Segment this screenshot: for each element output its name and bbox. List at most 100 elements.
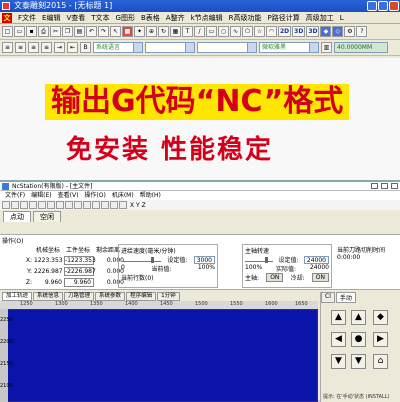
tab-toolpath[interactable]: 加工轨迹 <box>2 292 33 301</box>
tab-idle[interactable]: 空闲 <box>33 211 61 222</box>
curve-icon[interactable]: ∿ <box>230 26 241 37</box>
font-select[interactable]: 微软雅黑 <box>259 42 319 53</box>
menu-edit[interactable]: E编辑 <box>39 13 63 23</box>
nc-close-button[interactable] <box>391 183 398 189</box>
spindle-on-button[interactable]: ON <box>266 273 284 282</box>
justify-icon[interactable]: ≡ <box>41 42 52 53</box>
align-right-icon[interactable]: ≡ <box>28 42 39 53</box>
save-icon[interactable]: ▪ <box>26 26 37 37</box>
nc-open-icon[interactable] <box>2 201 10 209</box>
menu-machining[interactable]: 高级加工 <box>303 13 337 23</box>
menu-table[interactable]: B表格 <box>138 13 163 23</box>
arc-icon[interactable]: ◠ <box>266 26 277 37</box>
toolpath-canvas[interactable] <box>2 309 318 402</box>
spindle-slider[interactable] <box>245 257 273 263</box>
node-icon[interactable]: ✦ <box>134 26 145 37</box>
bold-icon[interactable]: B <box>80 42 91 53</box>
2d-button[interactable]: 2D <box>278 26 292 37</box>
feed-slider[interactable] <box>121 257 161 263</box>
spacer-select[interactable] <box>197 42 257 53</box>
jog-tab-manual[interactable]: 手动 <box>335 292 356 303</box>
machine-icon[interactable]: ◇ <box>332 26 344 37</box>
render-icon[interactable]: ◆ <box>320 26 332 37</box>
jog-x-plus-icon[interactable]: ▶ <box>373 332 388 347</box>
feed-set-input[interactable]: 3000 <box>193 255 215 264</box>
nc-pause-icon[interactable] <box>29 201 37 209</box>
align-left-icon[interactable]: ≡ <box>2 42 13 53</box>
3d-alt-button[interactable]: 3D <box>306 26 320 37</box>
coolant-button[interactable]: ON <box>311 273 329 282</box>
polygon-icon[interactable]: ⬠ <box>242 26 253 37</box>
nc-menu-view[interactable]: 查看(V) <box>55 191 82 200</box>
nc-track-icon[interactable] <box>119 201 127 209</box>
align-center-icon[interactable]: ≡ <box>15 42 26 53</box>
nc-menu-operate[interactable]: 操作(O) <box>81 191 108 200</box>
menu-text[interactable]: T文本 <box>88 13 112 23</box>
new-file-icon[interactable]: □ <box>2 26 13 37</box>
font-size-input[interactable]: 40.0000MM <box>334 42 388 53</box>
menu-path[interactable]: P路径计算 <box>265 13 303 23</box>
jog-tab-cl[interactable]: Cl <box>321 292 335 303</box>
cut-icon[interactable]: ✂ <box>50 26 61 37</box>
ellipse-icon[interactable]: ○ <box>218 26 229 37</box>
jog-home-icon[interactable]: ⌂ <box>373 354 388 369</box>
nc-home-icon[interactable] <box>47 201 55 209</box>
nc-menu-help[interactable]: 帮助(H) <box>137 191 164 200</box>
tab-path-mgr[interactable]: 刀路管理 <box>64 292 95 301</box>
copy-icon[interactable]: ❐ <box>62 26 73 37</box>
jog-stop-icon[interactable]: ● <box>351 332 366 347</box>
paste-icon[interactable]: ▤ <box>74 26 85 37</box>
jog-y-minus-icon[interactable]: ▼ <box>351 354 366 369</box>
nc-minimize-button[interactable] <box>371 183 378 189</box>
tab-sys-params[interactable]: 系统参数 <box>95 292 126 301</box>
tab-jog[interactable]: 点动 <box>3 211 31 222</box>
jog-z-down-icon[interactable]: ▼ <box>331 354 346 369</box>
menu-file[interactable]: F文件 <box>15 13 39 23</box>
rect-icon[interactable]: ▭ <box>206 26 217 37</box>
indent-icon[interactable]: ⇥ <box>54 42 65 53</box>
minimize-button[interactable] <box>367 1 377 11</box>
nc-grid-icon[interactable] <box>83 201 91 209</box>
nc-start-icon[interactable] <box>20 201 28 209</box>
delete-icon[interactable]: ■ <box>122 26 133 37</box>
tab-one-minute[interactable]: 1分钟 <box>157 292 180 301</box>
ruler-icon[interactable]: ▥ <box>321 42 332 53</box>
language-select[interactable]: 系统语言 <box>93 42 143 53</box>
menu-view[interactable]: V查看 <box>63 13 88 23</box>
redo-icon[interactable]: ↷ <box>98 26 109 37</box>
select-icon[interactable]: ↖ <box>110 26 121 37</box>
nc-zero-icon[interactable] <box>56 201 64 209</box>
nc-view-icon[interactable] <box>74 201 82 209</box>
star-icon[interactable]: ☆ <box>254 26 265 37</box>
nc-menu-edit[interactable]: 编辑(E) <box>28 191 54 200</box>
jog-y-plus-icon[interactable]: ▲ <box>351 310 366 325</box>
zoom-icon[interactable]: ⊕ <box>146 26 157 37</box>
nc-tool-icon[interactable] <box>92 201 100 209</box>
close-button[interactable] <box>389 1 399 11</box>
nc-menu-machine[interactable]: 机床(M) <box>109 191 137 200</box>
nc-cfg-icon[interactable] <box>101 201 109 209</box>
jog-z-up-icon[interactable]: ▲ <box>331 310 346 325</box>
spindle-set-input[interactable]: 24000 <box>303 255 329 264</box>
undo-icon[interactable]: ↶ <box>86 26 97 37</box>
nc-save-icon[interactable] <box>11 201 19 209</box>
nc-stop-icon[interactable] <box>38 201 46 209</box>
nc-sim-icon[interactable] <box>110 201 118 209</box>
menu-advanced[interactable]: R高级功能 <box>226 13 265 23</box>
rotate-icon[interactable]: ↻ <box>158 26 169 37</box>
maximize-button[interactable] <box>378 1 388 11</box>
jog-diag-icon[interactable]: ◆ <box>373 310 388 325</box>
style-select[interactable] <box>145 42 195 53</box>
jog-x-minus-icon[interactable]: ◀ <box>331 332 346 347</box>
line-icon[interactable]: / <box>194 26 205 37</box>
tab-sysinfo[interactable]: 系统信息 <box>33 292 64 301</box>
tab-program-edit[interactable]: 程序编辑 <box>126 292 157 301</box>
menu-graphic[interactable]: G图形 <box>113 13 138 23</box>
settings-icon[interactable]: ⚙ <box>344 26 356 37</box>
print-icon[interactable]: ⎙ <box>38 26 49 37</box>
3d-button[interactable]: 3D <box>292 26 306 37</box>
menu-align[interactable]: A整齐 <box>163 13 188 23</box>
grid-icon[interactable]: ▦ <box>170 26 181 37</box>
help-icon[interactable]: ? <box>356 26 368 37</box>
nc-maximize-button[interactable] <box>381 183 388 189</box>
